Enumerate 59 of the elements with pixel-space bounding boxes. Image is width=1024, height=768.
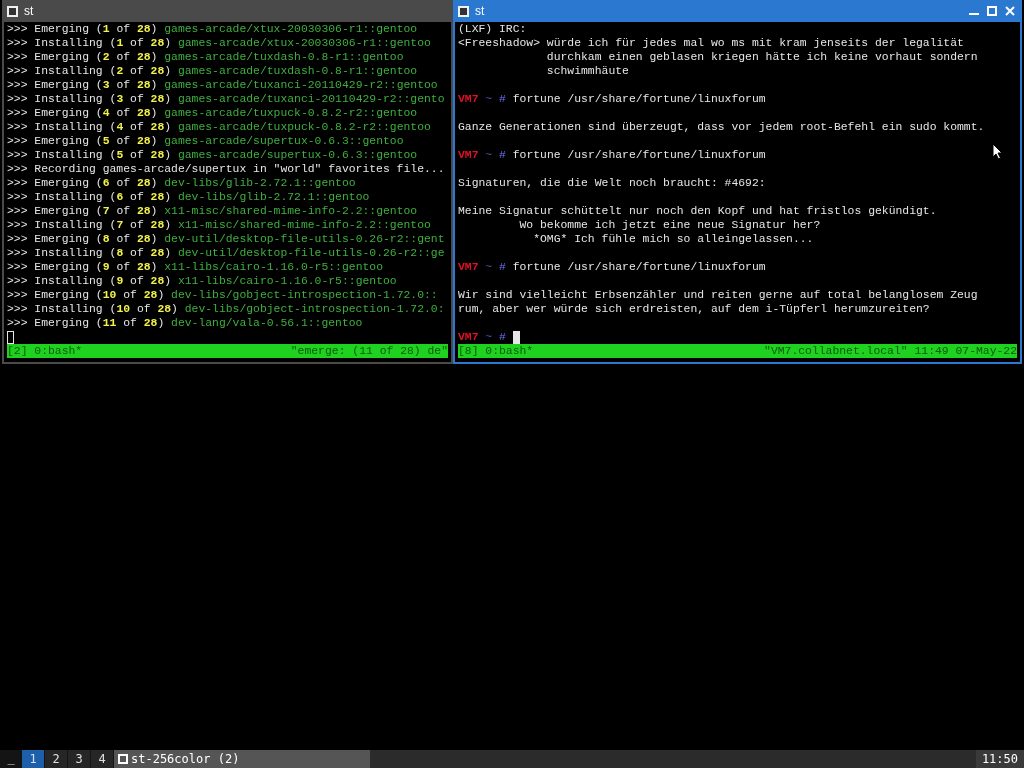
window-icon [458, 5, 469, 17]
terminal-line: VM7 ~ # fortune /usr/share/fortune/linuxforum [458, 260, 766, 274]
terminal-line: >>> Installing (6 of 28) dev-libs/glib-2.72.1::gentoo [7, 190, 370, 204]
status-right: "emerge: (11 of 28) de" [290, 344, 448, 358]
close-icon[interactable] [1005, 6, 1015, 16]
terminal-line: Signaturen, die die Welt noch braucht: #4692: [458, 176, 766, 190]
status-left: [2] 0:bash* [7, 344, 83, 358]
terminal-line: durchkam einen geblasen kriegen hätte ich keine vorhaut sondern [545, 50, 978, 64]
workspace-tab[interactable]: 1 [22, 750, 44, 768]
terminal-line: Wo bekomme ich jetzt eine neue Signatur her? [518, 218, 821, 232]
terminal-line: Meine Signatur schüttelt nur noch den Kopf und hat fristlos gekündigt. [458, 204, 937, 218]
terminal-line: >>> Emerging (3 of 28) games-arcade/tuxanci-20110429-r2::gentoo [7, 78, 438, 92]
terminal-line: >>> Installing (10 of 28) dev-libs/gobject-introspection-1.72.0: [7, 302, 445, 316]
terminal-line: VM7 ~ # fortune /usr/share/fortune/linuxforum [458, 148, 766, 162]
terminal-line: >>> Installing (8 of 28) dev-util/desktop-file-utils-0.26-r2::ge [7, 246, 445, 260]
status-right: "VM7.collabnet.local" 11:49 07-May-22 [764, 344, 1017, 358]
terminal-line: >>> Emerging (7 of 28) x11-misc/shared-mime-info-2.2::gentoo [7, 204, 418, 218]
terminal-line: VM7 ~ # fortune /usr/share/fortune/linuxforum [458, 92, 766, 106]
window-icon [7, 5, 18, 17]
text-cursor [7, 330, 14, 344]
workspace-tab[interactable]: 4 [91, 750, 113, 768]
window-icon [118, 754, 128, 764]
workspace-tab[interactable]: 2 [45, 750, 67, 768]
terminal-line: >>> Installing (5 of 28) games-arcade/supertux-0.6.3::gentoo [7, 148, 418, 162]
workspace-tab[interactable]: 3 [68, 750, 90, 768]
terminal-line: >>> Installing (1 of 28) games-arcade/xtux-20030306-r1::gentoo [7, 36, 431, 50]
terminal-line: VM7 ~ # [458, 330, 506, 344]
terminal-line: >>> Emerging (2 of 28) games-arcade/tuxdash-0.8-r1::gentoo [7, 50, 404, 64]
clock: 11:50 [975, 750, 1024, 768]
layout-symbol[interactable]: _ [0, 750, 22, 768]
task-title: st-256color (2) [131, 751, 240, 768]
terminal-line: (LXF) IRC: [458, 22, 527, 36]
terminal-line: >>> Emerging (1 of 28) games-arcade/xtux-20030306-r1::gentoo [7, 22, 418, 36]
maximize-icon[interactable] [987, 6, 997, 16]
terminal-line: >>> Installing (7 of 28) x11-misc/shared-mime-info-2.2::gentoo [7, 218, 431, 232]
window-title: st [24, 3, 35, 20]
terminal-line: schwimmhäute [545, 64, 629, 78]
text-cursor [512, 330, 520, 344]
status-left: [8] 0:bash* [458, 344, 534, 358]
terminal-line: <Freeshadow> würde ich für jedes mal wo ms mit kram jenseits der legalität [458, 36, 964, 50]
terminal-line: >>> Emerging (4 of 28) games-arcade/tuxpuck-0.8.2-r2::gentoo [7, 106, 418, 120]
terminal-line: Wir sind vielleicht Erbsenzähler und reiten gerne auf total belanglosem Zeug [458, 288, 978, 302]
terminal-line: >>> Installing (2 of 28) games-arcade/tuxdash-0.8-r1::gentoo [7, 64, 418, 78]
terminal-line: rum, aber wer würde sich erdreisten, auf dem i-Tüpferl herumzureiten? [458, 302, 930, 316]
terminal-line: >>> Emerging (5 of 28) games-arcade/supertux-0.6.3::gentoo [7, 134, 404, 148]
terminal-line: Ganze Generationen sind überzeugt, dass vor jedem root-Befehl ein sudo kommt. [458, 120, 985, 134]
terminal-line: >>> Emerging (9 of 28) x11-libs/cairo-1.16.0-r5::gentoo [7, 260, 383, 274]
task-button[interactable]: st-256color (2) [114, 750, 370, 768]
window-title: st [475, 3, 486, 20]
mouse-pointer-icon [992, 143, 1003, 160]
terminal-line: *OMG* Ich fühle mich so alleingelassen... [532, 232, 814, 246]
terminal-line: >>> Emerging (11 of 28) dev-lang/vala-0.56.1::gentoo [7, 316, 363, 330]
terminal-line: >>> Installing (3 of 28) games-arcade/tuxanci-20110429-r2::gento [7, 92, 445, 106]
terminal-line: >>> Emerging (6 of 28) dev-libs/glib-2.72.1::gentoo [7, 176, 356, 190]
terminal-line: >>> Installing (9 of 28) x11-libs/cairo-1.16.0-r5::gentoo [7, 274, 397, 288]
terminal-line: >>> Recording games-arcade/supertux in "world" favorites file... [7, 162, 445, 176]
terminal-line: >>> Emerging (8 of 28) dev-util/desktop-file-utils-0.26-r2::gent [7, 232, 445, 246]
terminal-line: >>> Installing (4 of 28) games-arcade/tuxpuck-0.8.2-r2::gentoo [7, 120, 431, 134]
terminal-line: >>> Emerging (10 of 28) dev-libs/gobject-introspection-1.72.0:: [7, 288, 438, 302]
